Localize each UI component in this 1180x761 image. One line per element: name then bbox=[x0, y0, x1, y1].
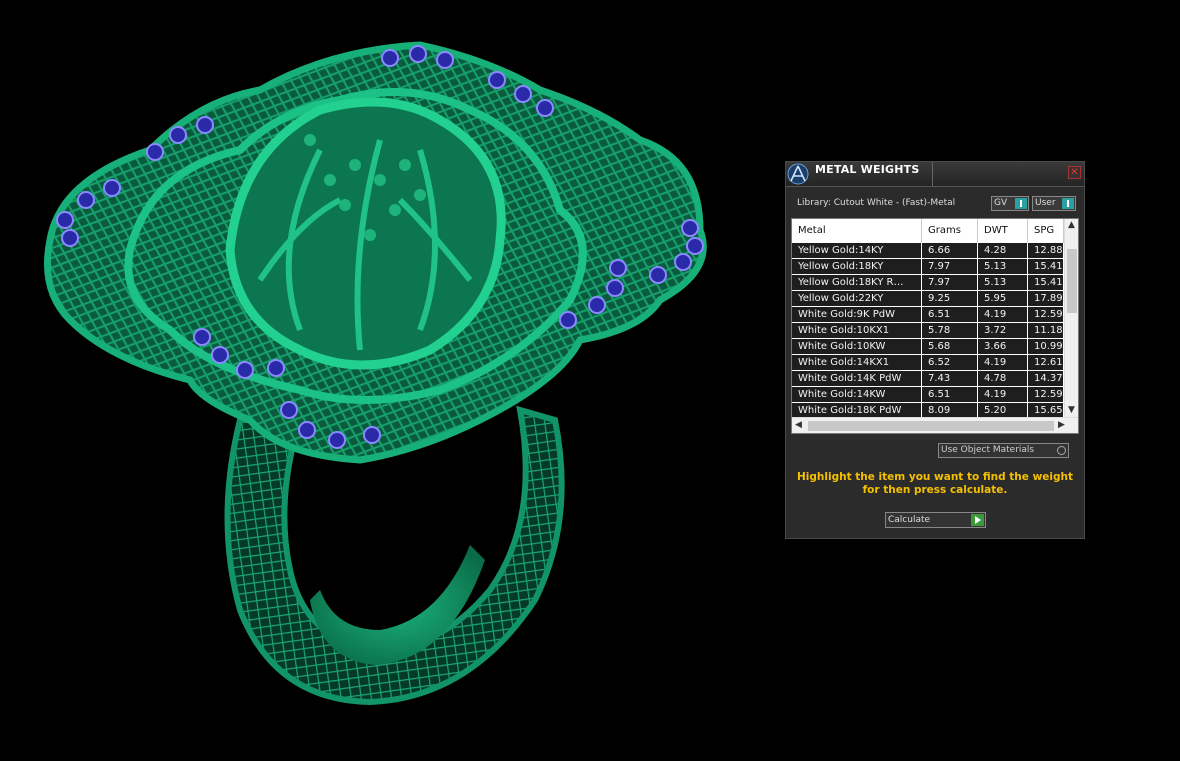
library-label: Library: Cutout White - (Fast)-Metal bbox=[797, 198, 956, 208]
cell-metal: White Gold:14K PdW bbox=[792, 371, 922, 387]
horizontal-scrollbar[interactable]: ◀ ▶ bbox=[792, 417, 1078, 433]
user-toggle[interactable]: User bbox=[1032, 196, 1076, 211]
horizontal-scroll-thumb[interactable] bbox=[808, 421, 1054, 431]
close-button[interactable]: ✕ bbox=[1068, 166, 1081, 179]
cell-metal: Yellow Gold:14KY bbox=[792, 243, 922, 259]
scroll-right-icon[interactable]: ▶ bbox=[1058, 420, 1065, 430]
cell-metal: Yellow Gold:22KY bbox=[792, 291, 922, 307]
cell-dwt: 4.19 bbox=[978, 307, 1028, 323]
cell-dwt: 5.13 bbox=[978, 259, 1028, 275]
cell-metal: White Gold:14KX1 bbox=[792, 355, 922, 371]
vertical-scrollbar[interactable]: ▲ ▼ bbox=[1064, 219, 1078, 417]
radio-icon[interactable] bbox=[1057, 446, 1066, 455]
cell-spg: 12.88 bbox=[1028, 243, 1064, 259]
cell-metal: White Gold:10KW bbox=[792, 339, 922, 355]
cell-dwt: 3.72 bbox=[978, 323, 1028, 339]
metal-weights-panel: METAL WEIGHTS ✕ Library: Cutout White - … bbox=[785, 161, 1085, 539]
table-row[interactable]: White Gold:14KW 6.51 4.19 12.59 bbox=[792, 387, 1064, 403]
column-header-dwt[interactable]: DWT bbox=[978, 219, 1028, 243]
cell-grams: 6.52 bbox=[922, 355, 978, 371]
column-header-spg[interactable]: SPG bbox=[1028, 219, 1064, 243]
cell-metal: Yellow Gold:18KY R… bbox=[792, 275, 922, 291]
table-row[interactable]: Yellow Gold:18KY R… 7.97 5.13 15.41 bbox=[792, 275, 1064, 291]
table-row[interactable]: Yellow Gold:22KY 9.25 5.95 17.89 bbox=[792, 291, 1064, 307]
table-row[interactable]: White Gold:14KX1 6.52 4.19 12.61 bbox=[792, 355, 1064, 371]
table-row[interactable]: White Gold:10KX1 5.78 3.72 11.18 bbox=[792, 323, 1064, 339]
use-object-materials-label: Use Object Materials bbox=[941, 445, 1035, 455]
cell-dwt: 5.95 bbox=[978, 291, 1028, 307]
cell-grams: 5.68 bbox=[922, 339, 978, 355]
user-toggle-label: User bbox=[1035, 198, 1056, 208]
cell-spg: 11.18 bbox=[1028, 323, 1064, 339]
cell-grams: 9.25 bbox=[922, 291, 978, 307]
table-row[interactable]: Yellow Gold:14KY 6.66 4.28 12.88 bbox=[792, 243, 1064, 259]
table-header: Metal Grams DWT SPG bbox=[792, 219, 1064, 243]
instruction-line-2: for then press calculate. bbox=[862, 484, 1008, 496]
scroll-up-icon[interactable]: ▲ bbox=[1068, 220, 1075, 230]
cell-dwt: 4.28 bbox=[978, 243, 1028, 259]
table-row[interactable]: White Gold:14K PdW 7.43 4.78 14.37 bbox=[792, 371, 1064, 387]
metal-table[interactable]: Metal Grams DWT SPG Yellow Gold:14KY 6.66… bbox=[791, 218, 1079, 434]
cell-grams: 6.66 bbox=[922, 243, 978, 259]
cell-grams: 7.43 bbox=[922, 371, 978, 387]
panel-title: METAL WEIGHTS bbox=[815, 163, 920, 176]
column-header-metal[interactable]: Metal bbox=[792, 219, 922, 243]
calculate-label: Calculate bbox=[888, 515, 931, 525]
toggle-switch-icon bbox=[1062, 198, 1074, 209]
cell-spg: 14.37 bbox=[1028, 371, 1064, 387]
toggle-switch-icon bbox=[1015, 198, 1027, 209]
play-arrow-icon bbox=[971, 514, 984, 526]
cell-grams: 7.97 bbox=[922, 259, 978, 275]
column-header-grams[interactable]: Grams bbox=[922, 219, 978, 243]
cell-metal: Yellow Gold:18KY bbox=[792, 259, 922, 275]
panel-titlebar[interactable]: METAL WEIGHTS ✕ bbox=[786, 162, 1084, 187]
cell-spg: 15.41 bbox=[1028, 259, 1064, 275]
cell-dwt: 4.78 bbox=[978, 371, 1028, 387]
calculate-button[interactable]: Calculate bbox=[885, 512, 986, 528]
ring-model[interactable] bbox=[44, 41, 707, 706]
titlebar-divider bbox=[932, 162, 933, 186]
close-icon: ✕ bbox=[1070, 167, 1079, 178]
cell-spg: 17.89 bbox=[1028, 291, 1064, 307]
scroll-down-icon[interactable]: ▼ bbox=[1068, 405, 1075, 415]
cell-grams: 5.78 bbox=[922, 323, 978, 339]
cell-spg: 15.41 bbox=[1028, 275, 1064, 291]
gv-toggle-label: GV bbox=[994, 198, 1008, 208]
cell-spg: 10.99 bbox=[1028, 339, 1064, 355]
table-row[interactable]: Yellow Gold:18KY 7.97 5.13 15.41 bbox=[792, 259, 1064, 275]
cell-dwt: 5.13 bbox=[978, 275, 1028, 291]
app-logo-icon bbox=[787, 163, 809, 185]
instruction-text: Highlight the item you want to find the … bbox=[796, 471, 1074, 497]
cell-spg: 12.61 bbox=[1028, 355, 1064, 371]
cell-metal: White Gold:9K PdW bbox=[792, 307, 922, 323]
cell-grams: 6.51 bbox=[922, 387, 978, 403]
table-row[interactable]: White Gold:9K PdW 6.51 4.19 12.59 bbox=[792, 307, 1064, 323]
3d-viewport[interactable] bbox=[0, 0, 760, 761]
cell-grams: 7.97 bbox=[922, 275, 978, 291]
cell-dwt: 4.19 bbox=[978, 355, 1028, 371]
scroll-left-icon[interactable]: ◀ bbox=[795, 420, 802, 430]
cell-dwt: 3.66 bbox=[978, 339, 1028, 355]
cell-metal: White Gold:14KW bbox=[792, 387, 922, 403]
instruction-line-1: Highlight the item you want to find the … bbox=[797, 471, 1073, 483]
table-row[interactable]: White Gold:10KW 5.68 3.66 10.99 bbox=[792, 339, 1064, 355]
cell-dwt: 4.19 bbox=[978, 387, 1028, 403]
cell-spg: 12.59 bbox=[1028, 387, 1064, 403]
cell-metal: White Gold:10KX1 bbox=[792, 323, 922, 339]
use-object-materials-option[interactable]: Use Object Materials bbox=[938, 443, 1069, 458]
cell-grams: 6.51 bbox=[922, 307, 978, 323]
gv-toggle[interactable]: GV bbox=[991, 196, 1029, 211]
vertical-scroll-thumb[interactable] bbox=[1067, 249, 1077, 313]
cell-spg: 12.59 bbox=[1028, 307, 1064, 323]
